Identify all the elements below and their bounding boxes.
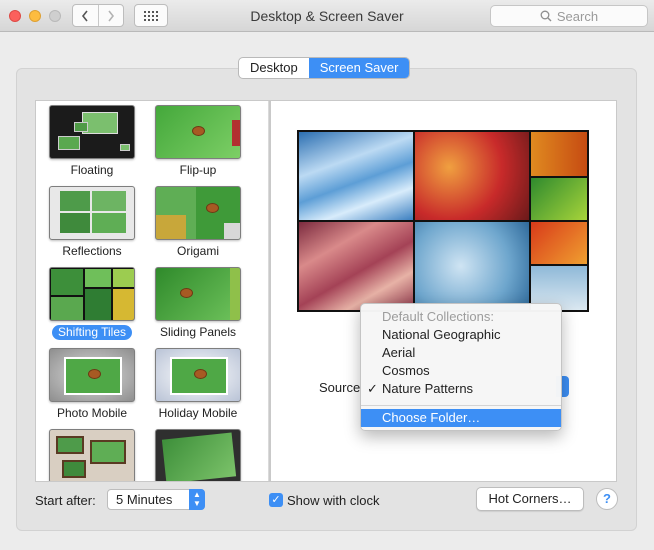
thumbnail-shifting-tiles <box>49 267 135 321</box>
checkmark-icon: ✓ <box>367 381 378 396</box>
start-after-value: 5 Minutes <box>116 492 173 507</box>
screensaver-label: Photo Mobile <box>56 406 128 420</box>
preview-tile-forest <box>415 132 529 220</box>
screensaver-origami[interactable]: Origami <box>150 186 246 260</box>
thumbnail-origami <box>155 186 241 240</box>
title-bar: Desktop & Screen Saver Search <box>0 0 654 32</box>
start-after-label: Start after: <box>35 493 96 508</box>
preview-tile-leaf-red <box>531 222 587 264</box>
screensaver-shifting-tiles[interactable]: Shifting Tiles <box>44 267 140 341</box>
thumbnail-floating <box>49 105 135 159</box>
screensaver-label: Flip-up <box>179 163 217 177</box>
screensaver-preview <box>297 130 589 312</box>
preview-tile-canyon <box>299 222 413 310</box>
screensaver-label: Shifting Tiles <box>51 325 133 340</box>
chevron-left-icon <box>82 10 88 21</box>
forward-button[interactable] <box>97 5 124 26</box>
screensaver-floating[interactable]: Floating <box>44 105 140 179</box>
screensaver-photo-mobile[interactable]: Photo Mobile <box>44 348 140 422</box>
screensaver-holiday-mobile[interactable]: Holiday Mobile <box>150 348 246 422</box>
back-button[interactable] <box>73 5 98 26</box>
close-window-button[interactable] <box>9 10 21 22</box>
preview-tile-frost <box>415 222 529 310</box>
menu-item-nature-patterns[interactable]: ✓ Nature Patterns <box>361 380 561 398</box>
minimize-window-button[interactable] <box>29 10 41 22</box>
thumbnail-sliding-panels <box>155 267 241 321</box>
show-all-button[interactable] <box>134 4 168 27</box>
menu-item-national-geographic[interactable]: National Geographic <box>361 326 561 344</box>
thumbnail-ken-burns <box>155 429 241 481</box>
screensaver-label: Holiday Mobile <box>158 406 238 420</box>
search-icon <box>540 10 552 22</box>
thumbnail-holiday-mobile <box>155 348 241 402</box>
screensaver-label: Reflections <box>62 244 122 258</box>
screensaver-sliding-panels[interactable]: Sliding Panels <box>150 267 246 341</box>
screensaver-reflections[interactable]: Reflections <box>44 186 140 260</box>
source-label: Source <box>319 380 361 395</box>
menu-item-label: Nature Patterns <box>382 381 474 396</box>
preview-tile-leaf-green <box>531 178 587 220</box>
hot-corners-button[interactable]: Hot Corners… <box>476 487 584 511</box>
preview-tile-leaf-orange <box>531 132 587 176</box>
window-title: Desktop & Screen Saver <box>250 8 404 24</box>
search-field[interactable]: Search <box>490 5 648 27</box>
tab-screen-saver[interactable]: Screen Saver <box>308 58 410 78</box>
help-button[interactable]: ? <box>596 488 618 510</box>
screensaver-ken-burns[interactable] <box>150 429 246 481</box>
search-placeholder: Search <box>556 8 599 24</box>
thumbnail-photo-mobile <box>49 348 135 402</box>
nav-back-forward <box>72 4 124 27</box>
show-with-clock-checkbox[interactable]: ✓ <box>269 493 283 507</box>
menu-header-default-collections: Default Collections: <box>382 309 494 324</box>
menu-item-cosmos[interactable]: Cosmos <box>361 362 561 380</box>
screensaver-flip-up[interactable]: Flip-up <box>150 105 246 179</box>
menu-separator <box>361 405 561 406</box>
thumbnail-vintage-prints <box>49 429 135 481</box>
tab-desktop[interactable]: Desktop <box>239 58 309 78</box>
thumbnail-flip-up <box>155 105 241 159</box>
menu-item-aerial[interactable]: Aerial <box>361 344 561 362</box>
source-menu: Default Collections: National Geographic… <box>360 303 562 431</box>
preview-tile-ice <box>299 132 413 220</box>
thumbnail-reflections <box>49 186 135 240</box>
show-with-clock-label[interactable]: Show with clock <box>287 493 379 508</box>
screensaver-vintage-prints[interactable] <box>44 429 140 481</box>
start-after-select[interactable]: 5 Minutes ▲ ▼ <box>107 489 205 510</box>
screensaver-label: Sliding Panels <box>159 325 237 339</box>
list-divider <box>268 101 269 481</box>
tab-bar: Desktop Screen Saver <box>238 57 411 79</box>
grid-icon <box>144 10 158 21</box>
chevron-right-icon <box>108 10 114 21</box>
zoom-window-button[interactable] <box>49 10 61 22</box>
menu-item-choose-folder[interactable]: Choose Folder… <box>361 409 561 427</box>
screensaver-label: Floating <box>70 163 114 177</box>
screensaver-label: Origami <box>176 244 219 258</box>
updown-arrows-icon: ▲ ▼ <box>189 489 205 510</box>
screensaver-list[interactable]: Floating Flip-up Reflections Origami Shi… <box>35 100 270 482</box>
